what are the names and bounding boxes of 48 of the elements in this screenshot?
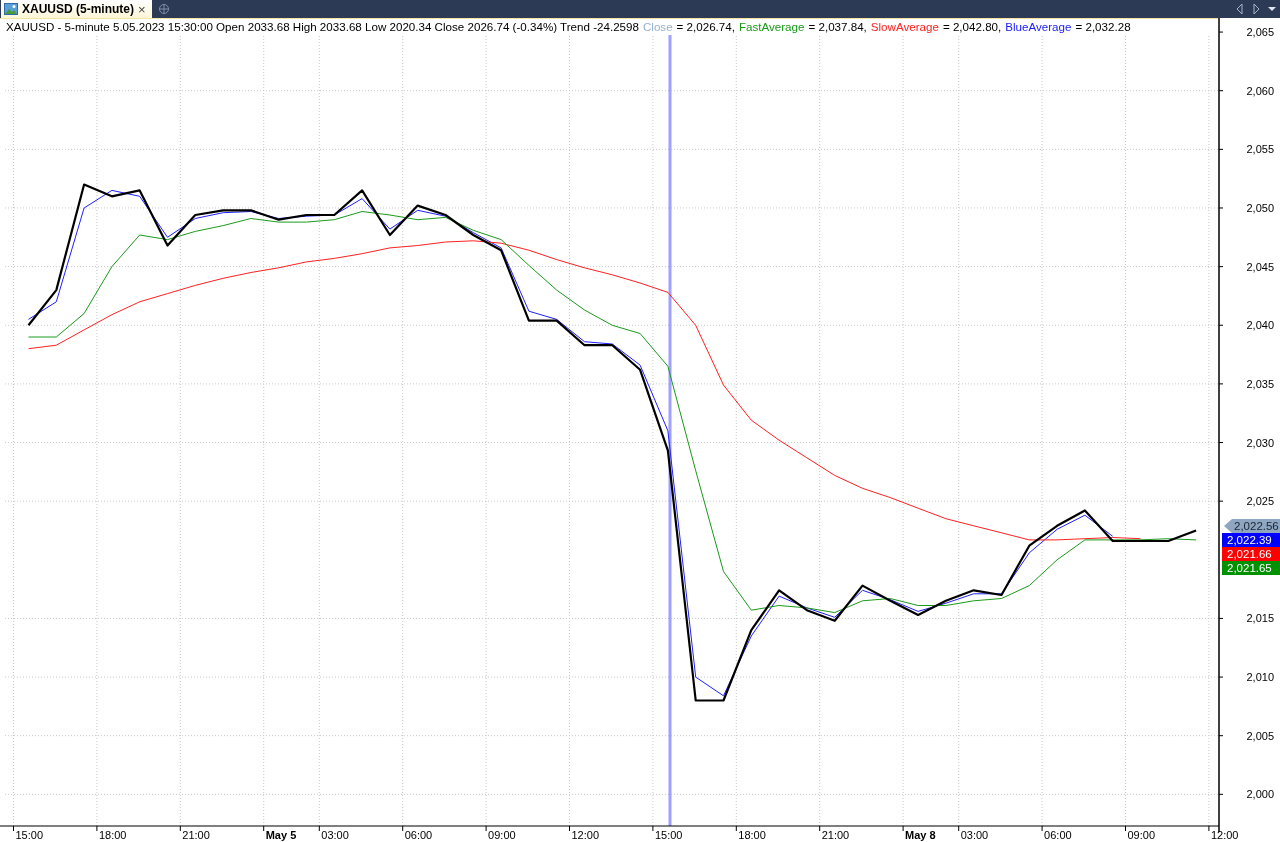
x-axis-label: 12:00 [571, 829, 600, 841]
series-label: Close [642, 19, 673, 35]
x-axis-label: 15:00 [654, 829, 683, 841]
price-tag: 2,022.39 [1222, 533, 1280, 547]
y-axis-label: 2,055 [1246, 143, 1274, 156]
x-axis-label: 09:00 [1127, 829, 1156, 841]
price-tag: 2,021.65 [1222, 561, 1280, 575]
y-axis-label: 2,010 [1246, 671, 1274, 684]
x-axis-label: 06:00 [404, 829, 433, 841]
price-tag: 2,021.66 [1222, 547, 1280, 561]
series-value: = 2,042.80, [942, 19, 1002, 35]
y-axis-label: 2,035 [1246, 377, 1274, 390]
y-axis-label: 2,065 [1246, 26, 1274, 39]
x-axis-label: 03:00 [321, 829, 349, 841]
add-tab-icon[interactable] [157, 3, 170, 15]
y-axis-label: 2,050 [1246, 202, 1274, 214]
series-value: = 2,032.28 [1075, 19, 1131, 35]
y-axis-label: 2,060 [1246, 84, 1274, 97]
x-axis-label: 03:00 [960, 829, 989, 841]
x-axis-label: 15:00 [15, 829, 44, 841]
y-axis-label: 2,000 [1246, 788, 1274, 801]
x-axis-label: 12:00 [1210, 829, 1239, 841]
chart-tab[interactable]: XAUUSD (5-minute) × [1, 0, 152, 18]
x-axis-label: 09:00 [488, 829, 516, 841]
y-axis-label: 2,025 [1246, 495, 1274, 508]
x-axis-label: 21:00 [182, 829, 210, 841]
x-axis-label: 18:00 [98, 829, 127, 841]
y-axis-label: 2,040 [1246, 319, 1274, 332]
x-axis-label: May 5 [265, 829, 297, 841]
series-value: = 2,037.84, [808, 19, 867, 35]
close-button[interactable]: × [138, 1, 146, 17]
x-axis-label: 21:00 [821, 829, 850, 841]
series-label: FastAverage [738, 19, 805, 35]
x-axis-label: May 8 [905, 829, 936, 841]
y-axis-label: 2,030 [1246, 436, 1274, 449]
chart-summary-text: XAUUSD - 5-minute 5.05.2023 15:30:00 Open 2033.68 High 2033.68 Low 2020.34 Close 2026.74 (-0.34%) Trend -24.2598 [6, 19, 639, 35]
series-label: BlueAverage [1005, 19, 1072, 35]
price-tag: 2,022.56 [1224, 519, 1280, 533]
y-axis-label: 2,045 [1246, 260, 1274, 273]
y-axis-label: 2,015 [1246, 612, 1274, 625]
y-axis-label: 2,005 [1246, 729, 1274, 742]
series-label: SlowAverage [870, 19, 939, 35]
series-value: = 2,026.74, [676, 19, 735, 35]
chart-image-icon [4, 3, 18, 15]
scroll-right-icon[interactable] [1251, 3, 1261, 15]
scroll-left-icon[interactable] [1235, 3, 1245, 15]
x-axis-label: 18:00 [738, 829, 766, 841]
x-axis-label: 06:00 [1044, 829, 1072, 841]
